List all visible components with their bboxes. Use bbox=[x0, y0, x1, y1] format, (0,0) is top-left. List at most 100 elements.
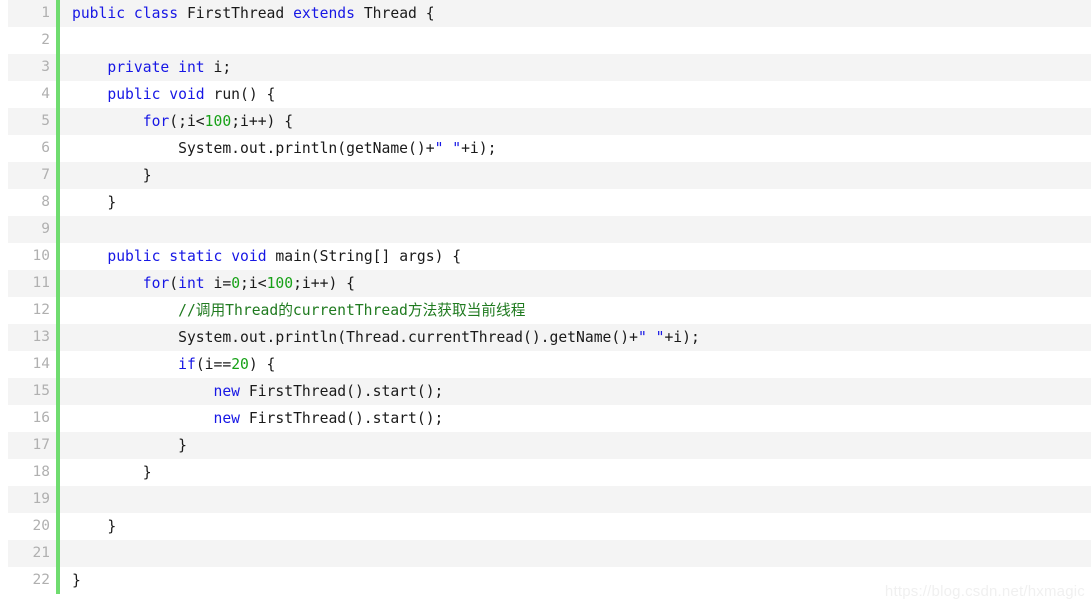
code-line-content[interactable] bbox=[60, 540, 1091, 567]
line-number: 12 bbox=[32, 302, 50, 318]
line-number: 15 bbox=[32, 383, 50, 399]
code-token-plain: } bbox=[72, 194, 117, 211]
code-token-num: 100 bbox=[204, 113, 232, 130]
code-line[interactable]: 17 } bbox=[0, 432, 1091, 459]
code-line[interactable]: 18 } bbox=[0, 459, 1091, 486]
line-number: 9 bbox=[41, 221, 50, 237]
code-line-content[interactable]: System.out.println(Thread.currentThread(… bbox=[60, 324, 1091, 351]
code-token-kw: int bbox=[178, 59, 205, 76]
code-line[interactable]: 9 bbox=[0, 216, 1091, 243]
code-line-content[interactable]: } bbox=[60, 459, 1091, 486]
code-line[interactable]: 11 for(int i=0;i<100;i++) { bbox=[0, 270, 1091, 297]
page-margin bbox=[0, 189, 8, 216]
code-token-plain: FirstThread bbox=[178, 5, 294, 22]
page-margin bbox=[0, 486, 8, 513]
code-token-plain: ) { bbox=[248, 356, 276, 373]
page-margin bbox=[0, 324, 8, 351]
code-token-kw: class bbox=[133, 5, 179, 22]
line-number: 22 bbox=[32, 572, 50, 588]
code-line[interactable]: 1 public class FirstThread extends Thread… bbox=[0, 0, 1091, 27]
code-line[interactable]: 22} bbox=[0, 567, 1091, 594]
code-line[interactable]: 13 System.out.println(Thread.currentThre… bbox=[0, 324, 1091, 351]
code-token-plain: run() { bbox=[204, 86, 276, 103]
page-margin bbox=[0, 135, 8, 162]
code-line[interactable]: 4 public void run() { bbox=[0, 81, 1091, 108]
code-token-kw: void bbox=[169, 86, 205, 103]
code-token-plain: Thread { bbox=[355, 5, 435, 22]
code-token-kw: void bbox=[231, 248, 267, 265]
line-number: 18 bbox=[32, 464, 50, 480]
line-number: 19 bbox=[32, 491, 50, 507]
code-line[interactable]: 12 //调用Thread的currentThread方法获取当前线程 bbox=[0, 297, 1091, 324]
line-number: 1 bbox=[41, 5, 50, 21]
code-line-content[interactable]: public class FirstThread extends Thread … bbox=[60, 0, 1091, 27]
code-token-plain: +i); bbox=[664, 329, 700, 346]
page-margin bbox=[0, 243, 8, 270]
code-token-kw: public bbox=[72, 5, 126, 22]
code-token-kw: public bbox=[107, 86, 161, 103]
code-line-content[interactable]: } bbox=[60, 432, 1091, 459]
code-line-content[interactable]: for(int i=0;i<100;i++) { bbox=[60, 270, 1091, 297]
code-token-plain: System.out.println(getName()+ bbox=[72, 140, 435, 157]
page-margin bbox=[0, 27, 8, 54]
code-line-content[interactable]: public void run() { bbox=[60, 81, 1091, 108]
line-number: 3 bbox=[41, 59, 50, 75]
code-line-content[interactable]: new FirstThread().start(); bbox=[60, 405, 1091, 432]
code-line-content[interactable]: } bbox=[60, 189, 1091, 216]
code-line[interactable]: 5 for(;i<100;i++) { bbox=[0, 108, 1091, 135]
code-token-plain: (;i< bbox=[169, 113, 205, 130]
code-line[interactable]: 14 if(i==20) { bbox=[0, 351, 1091, 378]
code-line-content[interactable]: } bbox=[60, 162, 1091, 189]
code-token-kw: new bbox=[213, 383, 241, 400]
code-line[interactable]: 10 public static void main(String[] args… bbox=[0, 243, 1091, 270]
code-token-plain: i= bbox=[204, 275, 232, 292]
page-margin bbox=[0, 432, 8, 459]
code-line-content[interactable] bbox=[60, 216, 1091, 243]
code-token-kw: int bbox=[178, 275, 205, 292]
code-line[interactable]: 6 System.out.println(getName()+" "+i); bbox=[0, 135, 1091, 162]
code-line[interactable]: 19 bbox=[0, 486, 1091, 513]
code-token-plain: } bbox=[72, 464, 152, 481]
code-line[interactable]: 7 } bbox=[0, 162, 1091, 189]
code-line-content[interactable] bbox=[60, 27, 1091, 54]
code-token-kw: if bbox=[178, 356, 196, 373]
code-token-kw: public bbox=[107, 248, 161, 265]
code-line-content[interactable]: public static void main(String[] args) { bbox=[60, 243, 1091, 270]
line-number: 7 bbox=[41, 167, 50, 183]
code-token-plain: } bbox=[72, 437, 187, 454]
code-viewer[interactable]: 1 public class FirstThread extends Thread… bbox=[0, 0, 1091, 606]
code-line[interactable]: 8 } bbox=[0, 189, 1091, 216]
code-line-content[interactable]: } bbox=[60, 513, 1091, 540]
code-line-content[interactable]: } bbox=[60, 567, 1091, 594]
code-line-content[interactable] bbox=[60, 486, 1091, 513]
page-margin bbox=[0, 459, 8, 486]
code-token-plain: ;i< bbox=[240, 275, 267, 292]
code-line-content[interactable]: if(i==20) { bbox=[60, 351, 1091, 378]
code-line[interactable]: 16 new FirstThread().start(); bbox=[0, 405, 1091, 432]
line-number: 20 bbox=[32, 518, 50, 534]
line-number: 10 bbox=[32, 248, 50, 264]
line-number: 5 bbox=[41, 113, 50, 129]
code-line-content[interactable]: new FirstThread().start(); bbox=[60, 378, 1091, 405]
page-margin bbox=[0, 351, 8, 378]
code-line[interactable]: 21 bbox=[0, 540, 1091, 567]
page-margin bbox=[0, 297, 8, 324]
code-line[interactable]: 15 new FirstThread().start(); bbox=[0, 378, 1091, 405]
code-line[interactable]: 2 bbox=[0, 27, 1091, 54]
code-token-plain: (i== bbox=[195, 356, 232, 373]
code-line[interactable]: 3 private int i; bbox=[0, 54, 1091, 81]
code-line-content[interactable]: for(;i<100;i++) { bbox=[60, 108, 1091, 135]
code-token-plain: } bbox=[72, 572, 81, 589]
page-margin bbox=[0, 270, 8, 297]
code-line-content[interactable]: private int i; bbox=[60, 54, 1091, 81]
code-line[interactable]: 20 } bbox=[0, 513, 1091, 540]
code-line-content[interactable]: //调用Thread的currentThread方法获取当前线程 bbox=[60, 297, 1091, 324]
code-line-content[interactable]: System.out.println(getName()+" "+i); bbox=[60, 135, 1091, 162]
